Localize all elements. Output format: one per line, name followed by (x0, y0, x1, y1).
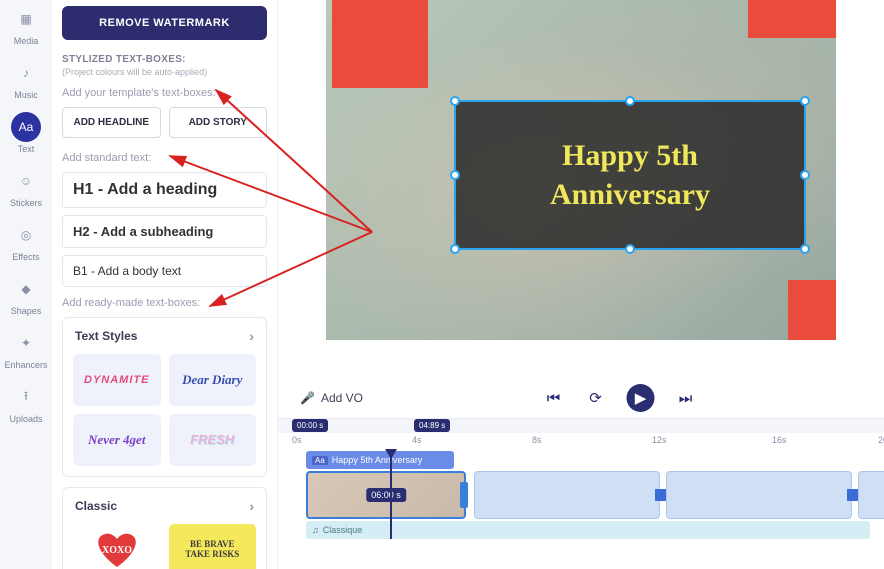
selected-text-box[interactable]: Happy 5th Anniversary (454, 100, 806, 250)
microphone-icon: 🎤 (300, 391, 315, 405)
text-track[interactable]: Aa Happy 5th Anniversary (292, 451, 870, 469)
add-b1-body[interactable]: B1 - Add a body text (62, 255, 267, 287)
resize-handle[interactable] (800, 170, 810, 180)
timeline[interactable]: 00:00 s 04:89 s 0s 4s 8s 12s 16s 20s Aa … (278, 418, 884, 569)
text-styles-card: Text Styles › DYNAMITE Dear Diary Never … (62, 317, 267, 477)
style-dynamite[interactable]: DYNAMITE (73, 354, 161, 406)
resize-handle[interactable] (800, 96, 810, 106)
chevron-right-icon: › (249, 498, 254, 514)
video-clip-active[interactable]: 06:00 s (306, 471, 466, 519)
chevron-right-icon: › (249, 328, 254, 344)
style-fresh[interactable]: FRESH (169, 414, 257, 466)
tool-media[interactable]: ▦ Media (4, 4, 48, 46)
tool-uploads[interactable]: ⭱ Uploads (4, 382, 48, 424)
decor-shape (748, 0, 836, 38)
resize-handle[interactable] (625, 96, 635, 106)
loop-button[interactable]: ⟳ (585, 387, 607, 409)
time-chip-start: 00:00 s (292, 419, 328, 432)
play-button[interactable]: ▶ (627, 384, 655, 412)
prev-button[interactable]: ⏮ (543, 387, 565, 409)
resize-handle[interactable] (800, 244, 810, 254)
music-note-icon: ♫ (312, 525, 319, 535)
text-icon: Aa (11, 112, 41, 142)
uploads-icon: ⭱ (11, 382, 41, 412)
video-clip[interactable] (474, 471, 660, 519)
text-box-content[interactable]: Happy 5th Anniversary (550, 136, 710, 214)
style-be-brave[interactable]: BE BRAVE TAKE RISKS (169, 524, 257, 569)
style-never-4get[interactable]: Never 4get (73, 414, 161, 466)
left-toolbar: ▦ Media ♪ Music Aa Text ☺ Stickers ◎ Eff… (0, 0, 52, 569)
tool-enhancers[interactable]: ✦ Enhancers (4, 328, 48, 370)
tool-music[interactable]: ♪ Music (4, 58, 48, 100)
video-clip[interactable] (858, 471, 884, 519)
stylized-title: STYLIZED TEXT-BOXES: (62, 54, 267, 65)
music-icon: ♪ (11, 58, 41, 88)
standard-text-label: Add standard text: (62, 152, 267, 164)
tool-shapes[interactable]: ◆ Shapes (4, 274, 48, 316)
clip-duration-tag: 06:00 s (366, 488, 406, 502)
classic-card: Classic › XOXO BE BRAVE TAKE RISKS (62, 487, 267, 569)
text-styles-title: Text Styles (75, 329, 137, 343)
next-button[interactable]: ⏭ (675, 387, 697, 409)
text-panel[interactable]: REMOVE WATERMARK STYLIZED TEXT-BOXES: (P… (52, 0, 278, 569)
canvas-area: Happy 5th Anniversary (278, 0, 884, 352)
resize-handle[interactable] (450, 170, 460, 180)
tool-effects[interactable]: ◎ Effects (4, 220, 48, 262)
tool-stickers[interactable]: ☺ Stickers (4, 166, 48, 208)
classic-header[interactable]: Classic › (63, 488, 266, 524)
svg-text:XOXO: XOXO (102, 545, 132, 556)
add-story-button[interactable]: ADD STORY (169, 107, 268, 138)
audio-track[interactable]: ♫ Classique (292, 521, 870, 539)
tool-text[interactable]: Aa Text (4, 112, 48, 154)
media-icon: ▦ (11, 4, 41, 34)
template-textboxes-label: Add your template's text-boxes: (62, 87, 267, 99)
decor-shape (788, 280, 836, 340)
enhancers-icon: ✦ (11, 328, 41, 358)
video-track[interactable]: 06:00 s (292, 471, 870, 519)
style-dear-diary[interactable]: Dear Diary (169, 354, 257, 406)
add-voiceover-button[interactable]: 🎤 Add VO (300, 391, 363, 405)
resize-handle[interactable] (450, 96, 460, 106)
stickers-icon: ☺ (11, 166, 41, 196)
time-bar: 00:00 s 04:89 s (278, 419, 884, 433)
video-preview[interactable]: Happy 5th Anniversary (326, 0, 836, 340)
add-h2-subheading[interactable]: H2 - Add a subheading (62, 215, 267, 248)
classic-title: Classic (75, 499, 117, 513)
add-h1-heading[interactable]: H1 - Add a heading (62, 172, 267, 208)
add-headline-button[interactable]: ADD HEADLINE (62, 107, 161, 138)
resize-handle[interactable] (450, 244, 460, 254)
player-controls: 🎤 Add VO ⏮ ⟳ ▶ ⏭ (278, 378, 884, 418)
readymade-label: Add ready-made text-boxes: (62, 297, 267, 309)
time-chip-mark: 04:89 s (414, 419, 450, 432)
stylized-subtitle: (Project colours will be auto-applied) (62, 67, 267, 77)
text-clip-label: Happy 5th Anniversary (332, 455, 423, 465)
text-badge: Aa (312, 456, 328, 465)
effects-icon: ◎ (11, 220, 41, 250)
remove-watermark-button[interactable]: REMOVE WATERMARK (62, 6, 267, 40)
playhead[interactable] (390, 451, 392, 539)
decor-shape (332, 0, 428, 88)
shapes-icon: ◆ (11, 274, 41, 304)
resize-handle[interactable] (625, 244, 635, 254)
style-xoxo-heart[interactable]: XOXO (73, 524, 161, 569)
time-ruler[interactable]: 0s 4s 8s 12s 16s 20s (278, 433, 884, 449)
video-clip[interactable] (666, 471, 852, 519)
audio-label: Classique (323, 525, 363, 535)
text-clip[interactable]: Aa Happy 5th Anniversary (306, 451, 454, 469)
text-styles-header[interactable]: Text Styles › (63, 318, 266, 354)
